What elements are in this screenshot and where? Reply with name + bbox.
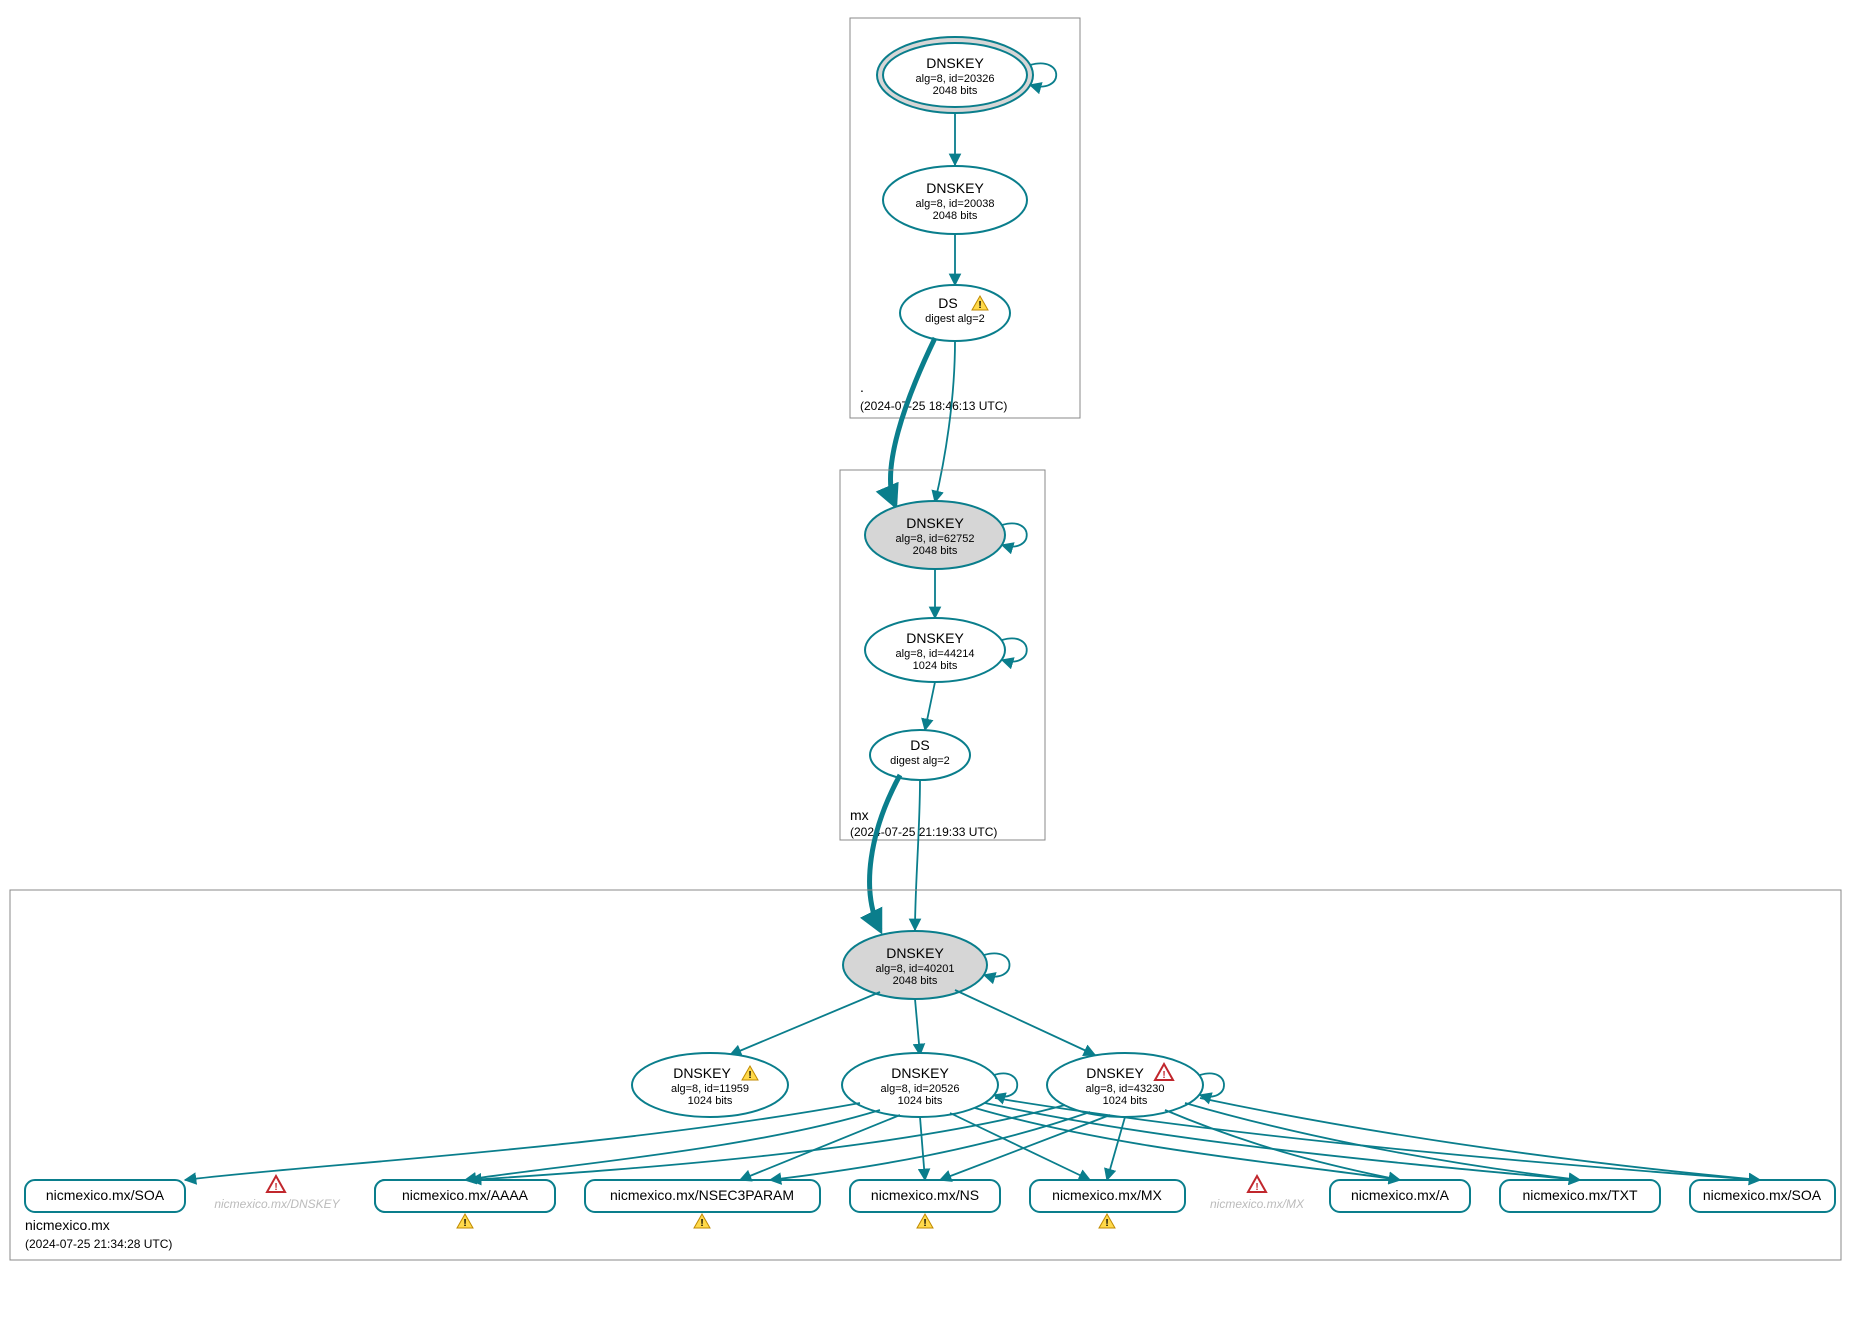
zone-nicmexico-label: nicmexico.mx <box>25 1217 110 1233</box>
rrset-soa-2[interactable]: nicmexico.mx/SOA <box>1690 1180 1835 1212</box>
node-nic-ksk[interactable]: DNSKEY alg=8, id=40201 2048 bits <box>843 931 987 999</box>
edge-zsk2-aaaa <box>465 1110 880 1180</box>
error-icon: ! <box>267 1176 285 1193</box>
node-root-zsk[interactable]: DNSKEY alg=8, id=20038 2048 bits <box>883 166 1027 234</box>
svg-text:nicmexico.mx/MX: nicmexico.mx/MX <box>1052 1187 1162 1203</box>
svg-text:!: ! <box>463 1218 466 1229</box>
warning-icon: ! <box>917 1214 933 1229</box>
svg-text:nicmexico.mx/NS: nicmexico.mx/NS <box>871 1187 979 1203</box>
edge-zsk2-ns <box>920 1117 925 1180</box>
svg-text:nicmexico.mx/MX: nicmexico.mx/MX <box>1210 1197 1305 1211</box>
svg-text:alg=8, id=44214: alg=8, id=44214 <box>896 648 975 660</box>
node-root-ksk-title: DNSKEY <box>926 55 984 71</box>
node-nic-zsk1[interactable]: DNSKEY alg=8, id=11959 1024 bits ! <box>632 1053 788 1117</box>
rrset-a[interactable]: nicmexico.mx/A <box>1330 1180 1470 1212</box>
svg-text:alg=8, id=11959: alg=8, id=11959 <box>671 1083 749 1095</box>
svg-text:2048 bits: 2048 bits <box>933 210 978 222</box>
svg-text:DNSKEY: DNSKEY <box>906 630 964 646</box>
edge-nic-ksk-zsk1 <box>730 992 880 1055</box>
zone-mx-label: mx <box>850 807 869 823</box>
rrset-soa-1[interactable]: nicmexico.mx/SOA <box>25 1180 185 1212</box>
edge-nic-ksk-zsk3 <box>955 990 1095 1055</box>
node-root-ksk[interactable]: DNSKEY alg=8, id=20326 2048 bits <box>877 37 1033 113</box>
rrset-txt[interactable]: nicmexico.mx/TXT <box>1500 1180 1660 1212</box>
svg-text:DNSKEY: DNSKEY <box>926 180 984 196</box>
node-mx-ksk[interactable]: DNSKEY alg=8, id=62752 2048 bits <box>865 501 1005 569</box>
rrset-nsec3param[interactable]: nicmexico.mx/NSEC3PARAM ! <box>585 1180 820 1229</box>
svg-text:DS: DS <box>910 737 929 753</box>
svg-text:1024 bits: 1024 bits <box>913 660 958 672</box>
svg-text:DNSKEY: DNSKEY <box>886 945 944 961</box>
svg-text:!: ! <box>1255 1182 1258 1193</box>
zone-mx-timestamp: (2024-07-25 21:19:33 UTC) <box>850 825 997 839</box>
svg-text:alg=8, id=20526: alg=8, id=20526 <box>881 1083 960 1095</box>
svg-text:2048 bits: 2048 bits <box>933 85 978 97</box>
error-icon: ! <box>1248 1176 1266 1193</box>
warning-icon: ! <box>694 1214 710 1229</box>
svg-text:!: ! <box>978 300 981 311</box>
svg-text:nicmexico.mx/A: nicmexico.mx/A <box>1351 1187 1450 1203</box>
node-root-ds[interactable]: DS digest alg=2 ! <box>900 285 1010 341</box>
svg-text:!: ! <box>700 1218 703 1229</box>
zone-root-timestamp: (2024-07-25 18:46:13 UTC) <box>860 399 1007 413</box>
node-nic-zsk3[interactable]: DNSKEY alg=8, id=43230 1024 bits ! <box>1047 1053 1203 1117</box>
svg-text:nicmexico.mx/AAAA: nicmexico.mx/AAAA <box>402 1187 529 1203</box>
svg-text:nicmexico.mx/TXT: nicmexico.mx/TXT <box>1522 1187 1638 1203</box>
zone-mx: mx (2024-07-25 21:19:33 UTC) DNSKEY alg=… <box>840 470 1045 840</box>
svg-text:1024 bits: 1024 bits <box>1103 1095 1148 1107</box>
rrset-mx[interactable]: nicmexico.mx/MX ! <box>1030 1180 1185 1229</box>
warning-icon: ! <box>457 1214 473 1229</box>
svg-text:digest alg=2: digest alg=2 <box>890 755 950 767</box>
edge-mx-ds-nic-ksk <box>915 780 920 930</box>
edge-nic-ksk-zsk2 <box>915 999 920 1055</box>
svg-text:nicmexico.mx/NSEC3PARAM: nicmexico.mx/NSEC3PARAM <box>610 1187 794 1203</box>
svg-text:alg=8, id=20038: alg=8, id=20038 <box>916 198 995 210</box>
svg-text:alg=8, id=62752: alg=8, id=62752 <box>896 533 975 545</box>
rrset-ns[interactable]: nicmexico.mx/NS ! <box>850 1180 1000 1229</box>
edge-zsk3-soa2 <box>1200 1098 1760 1180</box>
rrset-aaaa[interactable]: nicmexico.mx/AAAA ! <box>375 1180 555 1229</box>
svg-text:DNSKEY: DNSKEY <box>891 1065 949 1081</box>
edge-zsk2-nsec3 <box>740 1115 900 1180</box>
zone-nicmexico: nicmexico.mx (2024-07-25 21:34:28 UTC) D… <box>10 890 1841 1260</box>
svg-text:2048 bits: 2048 bits <box>893 975 938 987</box>
svg-text:nicmexico.mx/DNSKEY: nicmexico.mx/DNSKEY <box>214 1197 340 1211</box>
edge-root-ds-mx-ksk-strong <box>891 338 935 505</box>
dnssec-diagram: . (2024-07-25 18:46:13 UTC) DNSKEY alg=8… <box>0 0 1851 1331</box>
svg-text:DNSKEY: DNSKEY <box>673 1065 731 1081</box>
svg-text:alg=8, id=43230: alg=8, id=43230 <box>1086 1083 1165 1095</box>
edge-zsk3-txt <box>1185 1103 1580 1180</box>
svg-text:!: ! <box>923 1218 926 1229</box>
svg-text:DNSKEY: DNSKEY <box>906 515 964 531</box>
warning-icon: ! <box>1099 1214 1115 1229</box>
svg-text:nicmexico.mx/SOA: nicmexico.mx/SOA <box>1703 1187 1822 1203</box>
svg-text:alg=8, id=40201: alg=8, id=40201 <box>876 963 955 975</box>
zone-root: . (2024-07-25 18:46:13 UTC) DNSKEY alg=8… <box>850 18 1080 418</box>
zone-root-label: . <box>860 379 864 395</box>
svg-text:!: ! <box>274 1182 277 1193</box>
svg-text:digest alg=2: digest alg=2 <box>925 313 985 325</box>
svg-text:1024 bits: 1024 bits <box>688 1095 733 1107</box>
svg-text:1024 bits: 1024 bits <box>898 1095 943 1107</box>
ghost-mx: ! nicmexico.mx/MX <box>1210 1176 1305 1211</box>
svg-text:2048 bits: 2048 bits <box>913 545 958 557</box>
svg-text:DS: DS <box>938 295 957 311</box>
node-nic-zsk2[interactable]: DNSKEY alg=8, id=20526 1024 bits <box>842 1053 998 1117</box>
edge-zsk2-soa1 <box>185 1103 860 1180</box>
edge-root-ds-mx-ksk <box>935 341 955 502</box>
edge-mx-ds-nic-ksk-strong <box>870 775 900 930</box>
svg-text:alg=8, id=20326: alg=8, id=20326 <box>916 73 995 85</box>
svg-text:!: ! <box>1105 1218 1108 1229</box>
svg-text:nicmexico.mx/SOA: nicmexico.mx/SOA <box>46 1187 165 1203</box>
svg-text:DNSKEY: DNSKEY <box>1086 1065 1144 1081</box>
node-mx-ds[interactable]: DS digest alg=2 <box>870 730 970 780</box>
edge-mx-zsk-ds <box>925 682 935 730</box>
zone-nicmexico-timestamp: (2024-07-25 21:34:28 UTC) <box>25 1237 172 1251</box>
ghost-dnskey: ! nicmexico.mx/DNSKEY <box>214 1176 340 1211</box>
edge-zsk3-nsec3 <box>770 1112 1090 1180</box>
svg-text:!: ! <box>1162 1070 1165 1081</box>
svg-text:!: ! <box>748 1070 751 1081</box>
node-mx-zsk[interactable]: DNSKEY alg=8, id=44214 1024 bits <box>865 618 1005 682</box>
